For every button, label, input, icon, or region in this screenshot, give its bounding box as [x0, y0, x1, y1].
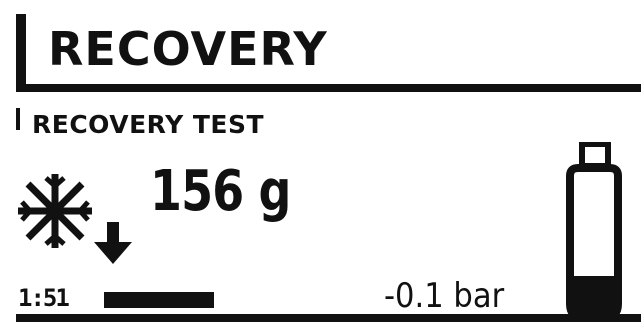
- footer-divider: [16, 314, 641, 322]
- recovery-screen: RECOVERY RECOVERY TEST 156 g 1:51 -0.1 b…: [0, 0, 641, 324]
- cylinder-icon: [566, 142, 622, 322]
- recovered-weight: 156 g: [150, 159, 291, 224]
- section-subtitle: RECOVERY TEST: [32, 110, 265, 139]
- progress-bar: [104, 292, 242, 308]
- pressure-readout: -0.1 bar: [384, 276, 505, 316]
- down-arrow-icon: [94, 222, 132, 264]
- header-left-bar: [16, 14, 26, 92]
- snowflake-icon: [18, 174, 92, 248]
- progress-fill: [104, 292, 214, 308]
- subtitle-left-bar: [16, 108, 20, 130]
- header-divider: [16, 84, 641, 92]
- cylinder-fill: [570, 276, 618, 318]
- page-title: RECOVERY: [48, 22, 328, 76]
- elapsed-time: 1:51: [18, 284, 70, 312]
